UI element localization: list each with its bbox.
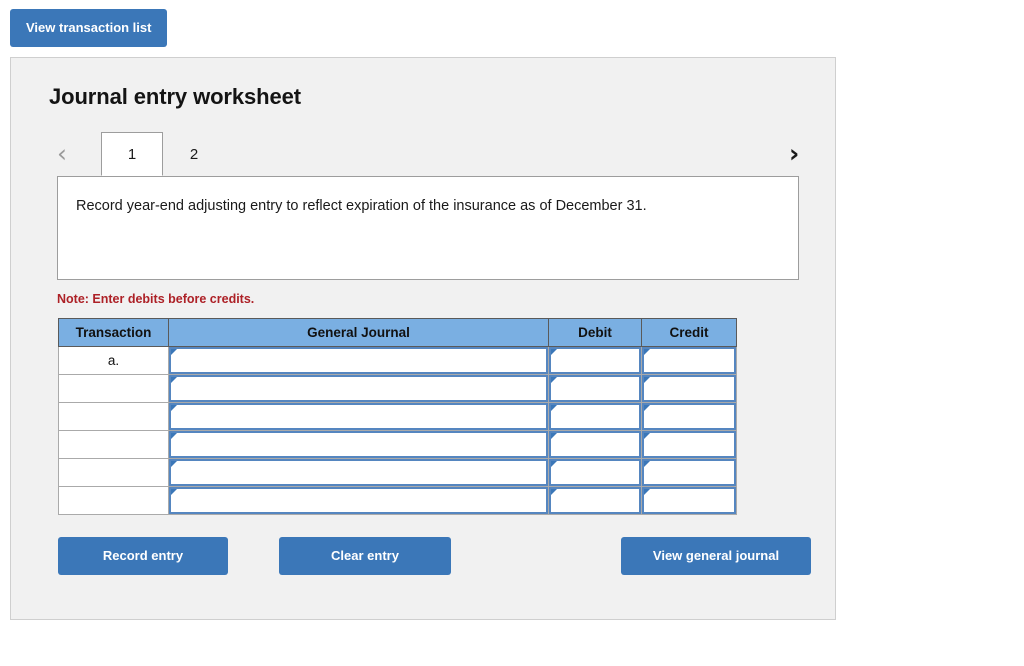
table-row	[58, 458, 737, 487]
tab-list: 1 2	[101, 132, 225, 176]
column-header-debit: Debit	[548, 318, 642, 347]
transaction-label-cell	[58, 430, 169, 459]
credit-input[interactable]	[642, 459, 736, 486]
credit-input[interactable]	[642, 487, 736, 514]
transaction-label-cell	[58, 458, 169, 487]
transaction-label-cell	[58, 486, 169, 515]
debit-input[interactable]	[549, 403, 641, 430]
general-journal-input[interactable]	[169, 431, 548, 458]
debit-cell[interactable]	[548, 458, 642, 487]
action-button-row: Record entry Clear entry View general jo…	[58, 537, 835, 575]
table-row: a.	[58, 346, 737, 375]
debit-input[interactable]	[549, 347, 641, 374]
credit-input[interactable]	[642, 431, 736, 458]
general-journal-input[interactable]	[169, 459, 548, 486]
general-journal-input[interactable]	[169, 487, 548, 514]
chevron-right-icon[interactable]: ›	[789, 141, 799, 167]
record-entry-button[interactable]: Record entry	[58, 537, 228, 575]
clear-entry-button[interactable]: Clear entry	[279, 537, 451, 575]
general-journal-cell[interactable]	[168, 374, 549, 403]
view-transaction-list-button[interactable]: View transaction list	[10, 9, 168, 47]
credit-input[interactable]	[642, 347, 736, 374]
credit-cell[interactable]	[641, 402, 737, 431]
transaction-label-cell	[58, 402, 169, 431]
general-journal-cell[interactable]	[168, 458, 549, 487]
credit-cell[interactable]	[641, 374, 737, 403]
credit-input[interactable]	[642, 403, 736, 430]
table-row	[58, 374, 737, 403]
debit-input[interactable]	[549, 431, 641, 458]
debit-cell[interactable]	[548, 346, 642, 375]
tab-entry-2[interactable]: 2	[163, 132, 225, 176]
credit-cell[interactable]	[641, 346, 737, 375]
worksheet-tabstrip: ‹ 1 2 ›	[11, 132, 835, 177]
credit-cell[interactable]	[641, 458, 737, 487]
column-header-credit: Credit	[641, 318, 737, 347]
debit-cell[interactable]	[548, 374, 642, 403]
transaction-label-cell	[58, 374, 169, 403]
table-row	[58, 402, 737, 431]
journal-entry-table: Transaction General Journal Debit Credit…	[58, 318, 737, 515]
credit-cell[interactable]	[641, 486, 737, 515]
tab-entry-1-label: 1	[127, 145, 137, 163]
tab-entry-2-label: 2	[189, 146, 199, 163]
general-journal-input[interactable]	[169, 375, 548, 402]
column-header-transaction: Transaction	[58, 318, 169, 347]
table-row	[58, 430, 737, 459]
credit-input[interactable]	[642, 375, 736, 402]
general-journal-cell[interactable]	[168, 430, 549, 459]
entry-instruction-text: Record year-end adjusting entry to refle…	[76, 198, 647, 214]
debit-input[interactable]	[549, 375, 641, 402]
table-header-row: Transaction General Journal Debit Credit	[58, 318, 737, 347]
journal-entry-panel: Journal entry worksheet ‹ 1 2 › Record y…	[10, 57, 836, 620]
debit-input[interactable]	[549, 459, 641, 486]
debit-input[interactable]	[549, 487, 641, 514]
credit-cell[interactable]	[641, 430, 737, 459]
column-header-general-journal: General Journal	[168, 318, 549, 347]
debit-cell[interactable]	[548, 430, 642, 459]
general-journal-cell[interactable]	[168, 346, 549, 375]
page-title: Journal entry worksheet	[49, 84, 302, 109]
transaction-label-cell: a.	[58, 346, 169, 375]
general-journal-input[interactable]	[169, 347, 548, 374]
entry-instruction-box: Record year-end adjusting entry to refle…	[57, 176, 799, 280]
general-journal-cell[interactable]	[168, 402, 549, 431]
debit-cell[interactable]	[548, 402, 642, 431]
top-toolbar: View transaction list	[0, 0, 1024, 47]
debits-before-credits-note: Note: Enter debits before credits.	[57, 292, 255, 306]
debit-cell[interactable]	[548, 486, 642, 515]
table-row	[58, 486, 737, 515]
chevron-left-icon[interactable]: ‹	[57, 141, 67, 167]
general-journal-input[interactable]	[169, 403, 548, 430]
view-general-journal-button[interactable]: View general journal	[621, 537, 811, 575]
tab-entry-1[interactable]: 1	[101, 132, 163, 176]
general-journal-cell[interactable]	[168, 486, 549, 515]
